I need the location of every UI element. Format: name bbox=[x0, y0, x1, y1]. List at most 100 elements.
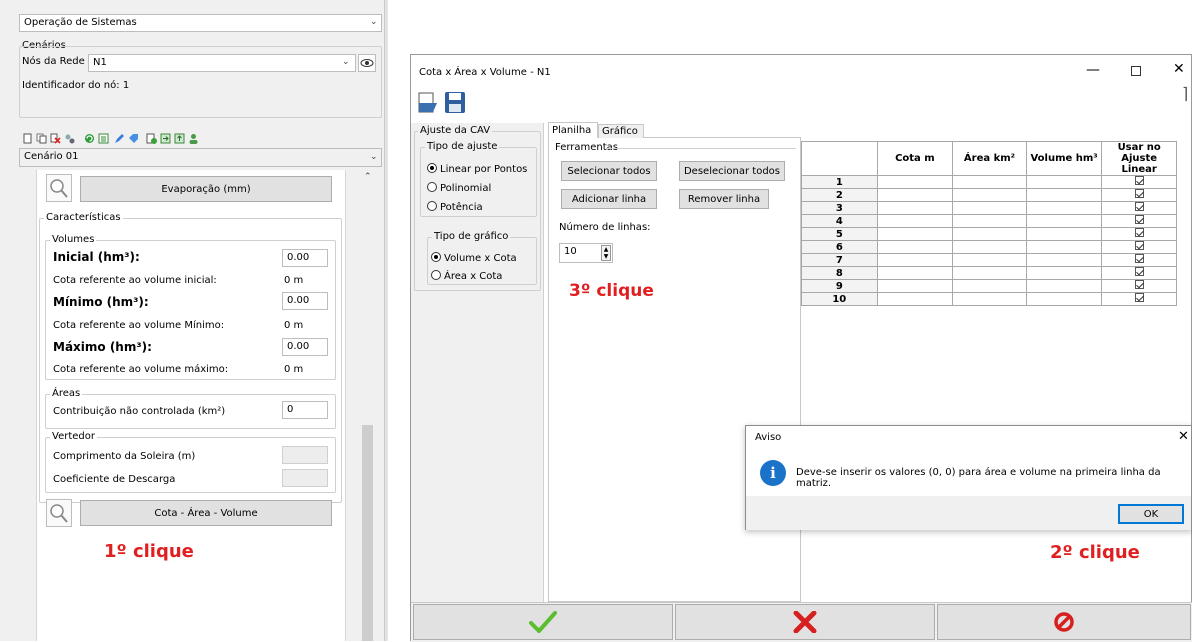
close-button[interactable]: ✕ bbox=[1173, 61, 1185, 77]
radio-area-cota[interactable]: Área x Cota bbox=[431, 270, 502, 282]
checkbox-checked[interactable] bbox=[1134, 189, 1144, 198]
import-icon[interactable] bbox=[160, 133, 171, 144]
delete-icon[interactable] bbox=[50, 133, 61, 144]
usar-checkbox-cell[interactable] bbox=[1101, 279, 1177, 293]
checkbox-checked[interactable] bbox=[1134, 241, 1144, 250]
scroll-up-icon[interactable]: ⌃ bbox=[364, 172, 372, 182]
table-cell[interactable] bbox=[1025, 227, 1103, 241]
usar-checkbox-cell[interactable] bbox=[1101, 201, 1177, 215]
comprimento-input[interactable] bbox=[282, 446, 328, 464]
usar-checkbox-cell[interactable] bbox=[1101, 266, 1177, 280]
radio-potencia[interactable]: Potência bbox=[427, 201, 483, 213]
table-cell[interactable] bbox=[876, 175, 954, 189]
checkbox-checked[interactable] bbox=[1134, 215, 1144, 224]
radio-linear[interactable]: Linear por Pontos bbox=[427, 163, 527, 175]
deselecionar-todos-button[interactable]: Deselecionar todos bbox=[679, 161, 785, 181]
table-cell[interactable] bbox=[952, 240, 1027, 254]
table-cell[interactable] bbox=[1025, 279, 1103, 293]
checkbox-checked[interactable] bbox=[1134, 228, 1144, 237]
tag-icon[interactable] bbox=[128, 133, 139, 144]
export-icon[interactable] bbox=[174, 133, 185, 144]
table-cell[interactable] bbox=[1025, 253, 1103, 267]
usar-checkbox-cell[interactable] bbox=[1101, 240, 1177, 254]
copy-icon[interactable] bbox=[36, 133, 47, 144]
table-cell[interactable] bbox=[876, 201, 954, 215]
new-icon[interactable] bbox=[22, 133, 33, 144]
chevron-down-icon[interactable]: ⌄ bbox=[370, 17, 378, 27]
usar-checkbox-cell[interactable] bbox=[1101, 253, 1177, 267]
table-cell[interactable] bbox=[1025, 214, 1103, 228]
minimize-button[interactable]: — bbox=[1086, 62, 1100, 78]
table-cell[interactable] bbox=[1025, 201, 1103, 215]
cancel-button[interactable] bbox=[675, 604, 935, 640]
checkbox-checked[interactable] bbox=[1134, 280, 1144, 289]
coeficiente-input[interactable] bbox=[282, 469, 328, 487]
usar-checkbox-cell[interactable] bbox=[1101, 292, 1177, 306]
table-cell[interactable] bbox=[952, 253, 1027, 267]
table-cell[interactable] bbox=[876, 240, 954, 254]
adicionar-linha-button[interactable]: Adicionar linha bbox=[561, 189, 657, 209]
table-cell[interactable] bbox=[1025, 292, 1103, 306]
spinner-icon[interactable]: ▲ ▼ bbox=[601, 245, 611, 261]
user-icon[interactable] bbox=[188, 133, 199, 144]
remover-linha-button[interactable]: Remover linha bbox=[679, 189, 769, 209]
table-cell[interactable] bbox=[952, 292, 1027, 306]
col-cota[interactable]: Cota m bbox=[876, 141, 954, 176]
scrollbar-thumb[interactable] bbox=[362, 425, 373, 641]
table-cell[interactable] bbox=[1025, 266, 1103, 280]
checkbox-checked[interactable] bbox=[1134, 293, 1144, 302]
magnifier-icon[interactable] bbox=[46, 499, 72, 527]
checkbox-checked[interactable] bbox=[1134, 176, 1144, 185]
radio-polinomial[interactable]: Polinomial bbox=[427, 182, 491, 194]
radio-volume-cota[interactable]: Volume x Cota bbox=[431, 252, 517, 264]
usar-checkbox-cell[interactable] bbox=[1101, 188, 1177, 202]
confirm-button[interactable] bbox=[413, 604, 673, 640]
cenario-select[interactable]: Cenário 01 bbox=[19, 148, 382, 167]
list-icon[interactable] bbox=[98, 133, 109, 144]
tab-grafico[interactable]: Gráfico bbox=[598, 124, 644, 138]
inicial-input[interactable]: 0.00 bbox=[282, 249, 328, 267]
pencil-icon[interactable] bbox=[114, 133, 125, 144]
evaporacao-button[interactable]: Evaporação (mm) bbox=[80, 176, 332, 202]
clear-button[interactable] bbox=[937, 604, 1191, 640]
table-cell[interactable] bbox=[952, 214, 1027, 228]
maximo-input[interactable]: 0.00 bbox=[282, 338, 328, 356]
table-cell[interactable] bbox=[952, 188, 1027, 202]
usar-checkbox-cell[interactable] bbox=[1101, 175, 1177, 189]
nos-select[interactable]: N1 bbox=[88, 54, 356, 72]
add-doc-icon[interactable] bbox=[146, 133, 157, 144]
table-cell[interactable] bbox=[1025, 175, 1103, 189]
table-cell[interactable] bbox=[876, 214, 954, 228]
table-cell[interactable] bbox=[952, 175, 1027, 189]
open-file-icon[interactable] bbox=[417, 91, 439, 115]
tab-planilha[interactable]: Planilha bbox=[548, 122, 598, 138]
table-cell[interactable] bbox=[876, 292, 954, 306]
table-cell[interactable] bbox=[1025, 240, 1103, 254]
table-cell[interactable] bbox=[952, 279, 1027, 293]
maximize-button[interactable] bbox=[1131, 66, 1141, 76]
col-usar[interactable]: Usar no Ajuste Linear bbox=[1101, 141, 1177, 176]
selecionar-todos-button[interactable]: Selecionar todos bbox=[561, 161, 657, 181]
table-cell[interactable] bbox=[876, 253, 954, 267]
chevron-down-icon[interactable]: ⌄ bbox=[342, 57, 350, 67]
magnifier-icon[interactable] bbox=[46, 174, 72, 202]
table-cell[interactable] bbox=[876, 279, 954, 293]
checkbox-checked[interactable] bbox=[1134, 267, 1144, 276]
table-cell[interactable] bbox=[952, 227, 1027, 241]
checkbox-checked[interactable] bbox=[1134, 254, 1144, 263]
link-icon[interactable] bbox=[64, 133, 75, 144]
table-cell[interactable] bbox=[876, 266, 954, 280]
ok-button[interactable]: OK bbox=[1118, 504, 1184, 524]
chevron-down-icon[interactable]: ⌄ bbox=[370, 152, 378, 162]
table-cell[interactable] bbox=[952, 266, 1027, 280]
save-icon[interactable] bbox=[444, 91, 466, 115]
checkbox-checked[interactable] bbox=[1134, 202, 1144, 211]
usar-checkbox-cell[interactable] bbox=[1101, 227, 1177, 241]
contribuicao-input[interactable]: 0 bbox=[282, 401, 328, 419]
col-area[interactable]: Área km² bbox=[952, 141, 1027, 176]
table-cell[interactable] bbox=[952, 201, 1027, 215]
table-cell[interactable] bbox=[876, 188, 954, 202]
cav-button[interactable]: Cota - Área - Volume bbox=[80, 500, 332, 526]
panel-select[interactable]: Operação de Sistemas bbox=[19, 14, 382, 32]
refresh-icon[interactable] bbox=[84, 133, 95, 144]
